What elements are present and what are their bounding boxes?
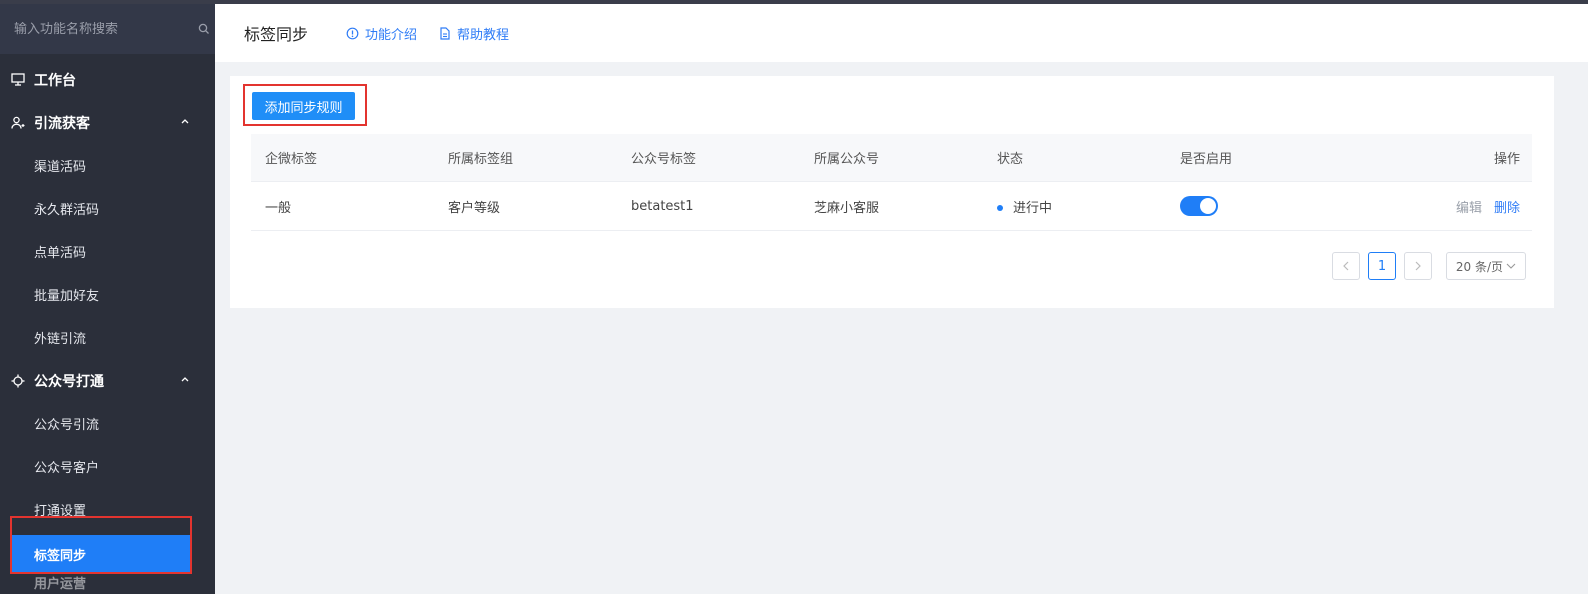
chevron-up-icon[interactable] (179, 115, 191, 127)
sync-rules-table: 企微标签 所属标签组 公众号标签 所属公众号 状态 是否启用 操作 一般 客户等… (251, 134, 1532, 231)
sidebar-group-official-account[interactable]: 公众号打通 (0, 359, 215, 402)
crosshair-icon (10, 373, 26, 389)
sidebar-item-tag-sync[interactable]: 标签同步 (12, 535, 192, 573)
enable-toggle[interactable] (1180, 196, 1218, 216)
monitor-icon (10, 72, 26, 88)
column-header: 企微标签 (265, 152, 318, 167)
status-dot (997, 205, 1003, 211)
page-size-label: 20 条/页 (1455, 259, 1504, 274)
pagination: 1 20 条/页 (1324, 252, 1526, 280)
content-card: 添加同步规则 企微标签 所属标签组 公众号标签 所属公众号 状态 是否启用 操作… (230, 76, 1554, 308)
status-text: 进行中 (1013, 200, 1053, 216)
table-header: 企微标签 所属标签组 公众号标签 所属公众号 状态 是否启用 操作 (251, 134, 1532, 182)
table-row: 一般 客户等级 betatest1 芝麻小客服 进行中 编辑 删除 (251, 182, 1532, 231)
document-icon (440, 26, 450, 40)
sidebar-item-link-settings[interactable]: 打通设置 (0, 488, 215, 531)
cell-wecom-tag: 一般 (265, 200, 292, 216)
sidebar-item-order-code[interactable]: 点单活码 (0, 230, 215, 273)
sidebar-item-label: 工作台 (34, 72, 76, 89)
cell-tag-group: 客户等级 (448, 200, 501, 216)
sidebar-item-permanent-group-code[interactable]: 永久群活码 (0, 187, 215, 230)
cell-mp-tag: betatest1 (631, 198, 694, 214)
chevron-right-icon (1415, 261, 1421, 271)
sidebar-group-label: 公众号打通 (34, 373, 104, 390)
chevron-left-icon (1343, 261, 1349, 271)
page-title: 标签同步 (244, 25, 309, 44)
sidebar-item-workbench[interactable]: 工作台 (0, 58, 215, 101)
chevron-down-icon (1506, 263, 1516, 269)
sidebar: 工作台 引流获客 渠道活码 永久群活码 点单活码 批量加好友 外链引流 公众号打… (0, 4, 215, 594)
cell-enabled (1166, 196, 1349, 216)
cell-mp-account: 芝麻小客服 (814, 200, 880, 216)
next-page-button[interactable] (1404, 252, 1432, 280)
highlight-box: 添加同步规则 (243, 84, 367, 126)
help-tutorial-label: 帮助教程 (457, 27, 510, 43)
add-sync-rule-button[interactable]: 添加同步规则 (252, 92, 355, 120)
page-header: 标签同步 功能介绍 帮助教程 (215, 4, 1588, 62)
column-header: 公众号标签 (631, 152, 697, 167)
delete-link[interactable]: 删除 (1494, 201, 1520, 216)
page-number-button[interactable]: 1 (1368, 252, 1396, 280)
column-header: 是否启用 (1180, 152, 1233, 167)
edit-link[interactable]: 编辑 (1456, 201, 1482, 216)
feature-intro-link[interactable]: 功能介绍 (346, 24, 417, 43)
prev-page-button[interactable] (1332, 252, 1360, 280)
info-icon (346, 27, 359, 39)
user-add-icon (10, 115, 26, 131)
sidebar-nav: 工作台 引流获客 渠道活码 永久群活码 点单活码 批量加好友 外链引流 公众号打… (0, 54, 215, 593)
sidebar-item-external-link[interactable]: 外链引流 (0, 316, 215, 359)
chevron-up-icon[interactable] (179, 373, 191, 385)
sidebar-item-mp-traffic[interactable]: 公众号引流 (0, 402, 215, 445)
page-size-select[interactable]: 20 条/页 (1446, 252, 1526, 280)
feature-intro-label: 功能介绍 (365, 27, 418, 43)
column-header: 所属公众号 (814, 152, 880, 167)
sidebar-item-batch-add-friends[interactable]: 批量加好友 (0, 273, 215, 316)
sidebar-item-peek[interactable]: 用户运营 (0, 573, 215, 593)
help-tutorial-link[interactable]: 帮助教程 (439, 24, 509, 43)
sidebar-group-label: 引流获客 (34, 115, 90, 132)
search-input[interactable] (14, 21, 184, 37)
sidebar-item-mp-customers[interactable]: 公众号客户 (0, 445, 215, 488)
column-header: 所属标签组 (448, 152, 514, 167)
column-header: 操作 (1493, 152, 1520, 167)
toggle-knob (1200, 198, 1216, 214)
column-header: 状态 (997, 152, 1024, 167)
search-icon[interactable] (198, 21, 210, 37)
sidebar-search (0, 4, 215, 54)
sidebar-item-channel-code[interactable]: 渠道活码 (0, 144, 215, 187)
cell-actions: 编辑 删除 (1349, 197, 1532, 216)
cell-status: 进行中 (983, 197, 1166, 216)
sidebar-group-traffic[interactable]: 引流获客 (0, 101, 215, 144)
